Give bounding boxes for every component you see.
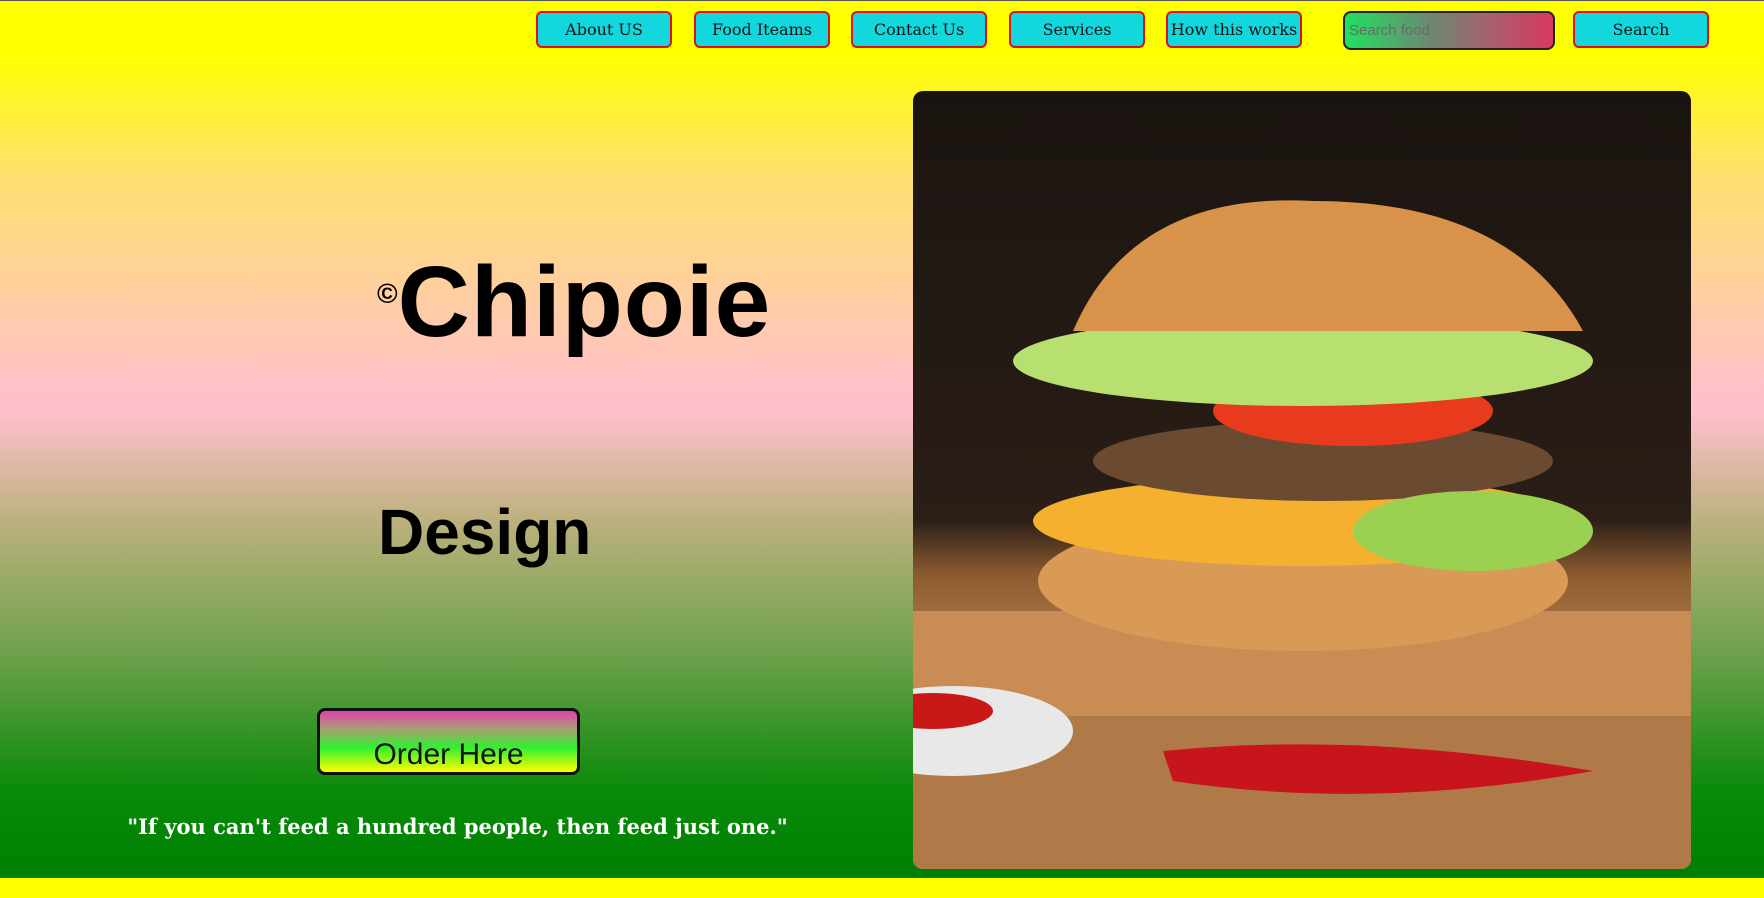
order-here-button[interactable]: Order Here xyxy=(317,708,580,775)
brand-name: Chipoie xyxy=(397,246,772,358)
search-button[interactable]: Search xyxy=(1573,11,1709,48)
nav-contact-us-button[interactable]: Contact Us xyxy=(851,11,987,48)
brand-logo: © Chipoie xyxy=(377,242,771,362)
burger-illustration xyxy=(913,200,1691,869)
nav-services-button[interactable]: Services xyxy=(1009,11,1145,48)
hero-quote: "If you can't feed a hundred people, the… xyxy=(127,814,788,839)
nav-about-us-button[interactable]: About US xyxy=(536,11,672,48)
search-input[interactable] xyxy=(1343,11,1555,50)
lettuce-lower xyxy=(1353,491,1593,571)
burger-photo xyxy=(913,91,1691,869)
bottom-bar xyxy=(0,878,1764,898)
nav-how-this-works-button[interactable]: How this works xyxy=(1166,11,1302,48)
top-bun xyxy=(1073,200,1583,331)
nav-food-items-button[interactable]: Food Iteams xyxy=(694,11,830,48)
hero-subtitle: Design xyxy=(378,496,592,568)
copyright-mark: © xyxy=(377,278,398,309)
